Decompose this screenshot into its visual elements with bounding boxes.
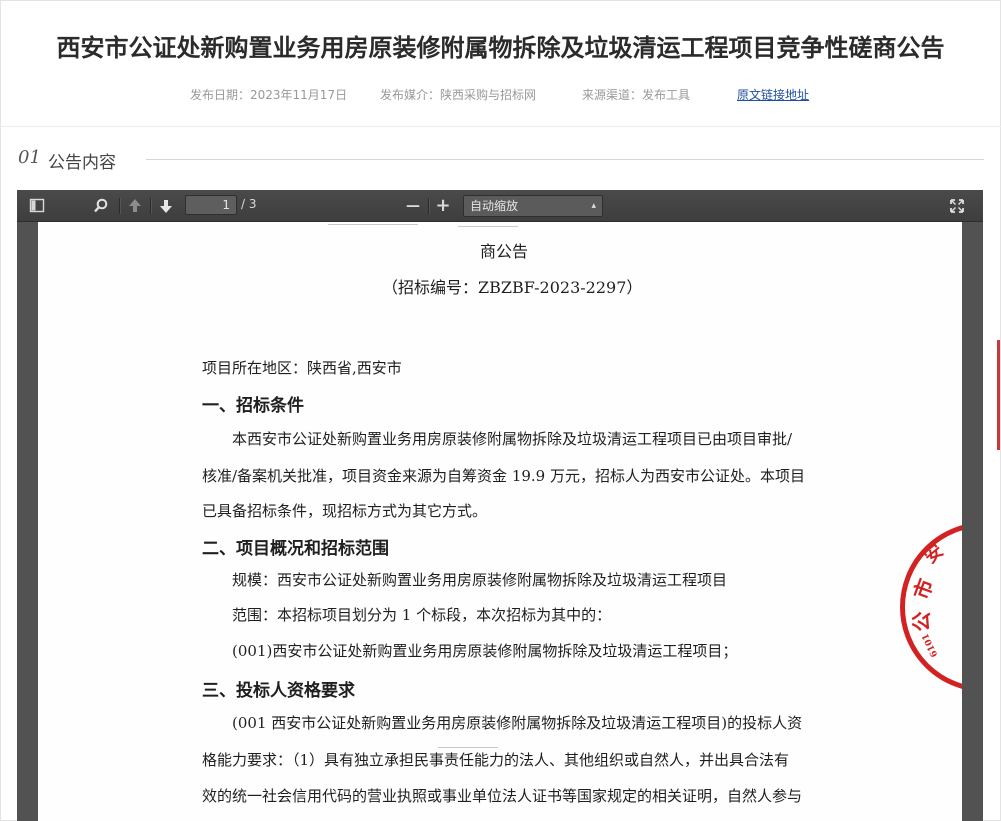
doc-s3-line-3: 效的统一社会信用代码的营业执照或事业单位法人证书等国家规定的相关证明，自然人参与 [202, 787, 803, 805]
doc-heading: 商公告 [480, 242, 529, 261]
doc-s3-line-1: (001 西安市公证处新购置业务用房原装修附属物拆除及垃圾清运工程项目)的投标人… [232, 714, 803, 732]
scan-artifact [458, 226, 518, 227]
page-count: / 3 [241, 197, 257, 211]
search-icon[interactable] [93, 196, 109, 216]
toolbar-separator [150, 198, 151, 214]
doc-bid-number: （招标编号：ZBZBF-2023-2297） [382, 278, 643, 297]
fullscreen-icon[interactable] [949, 196, 965, 216]
arrow-down-icon[interactable] [158, 196, 174, 216]
document-page: 商公告 （招标编号：ZBZBF-2023-2297） 项目所在地区：陕西省,西安… [38, 222, 962, 821]
toolbar-separator [428, 198, 429, 214]
publish-media: 发布媒介：陕西采购与招标网 [380, 88, 537, 102]
doc-s2-scale: 规模：西安市公证处新购置业务用房原装修附属物拆除及垃圾清运工程项目 [232, 571, 728, 589]
page-title: 西安市公证处新购置业务用房原装修附属物拆除及垃圾清运工程项目竞争性磋商公告 [56, 34, 945, 62]
source-channel: 来源渠道：发布工具 [582, 88, 691, 102]
scrollbar-accent [997, 340, 1000, 450]
doc-location: 项目所在地区：陕西省,西安市 [202, 359, 402, 377]
zoom-out-button[interactable]: — [405, 196, 421, 216]
doc-section-3-title: 三、投标人资格要求 [202, 681, 355, 701]
zoom-value: 自动缩放 [470, 199, 519, 213]
scan-artifact [438, 747, 498, 748]
meta-row: 发布日期：2023年11月17日 发布媒介：陕西采购与招标网 来源渠道：发布工具… [0, 86, 1001, 102]
pdf-viewer[interactable]: 1 / 3 — + 自动缩放 ▴ 商公告 （招标编号：ZBZBF-2023-22… [17, 190, 983, 821]
doc-s1-line-1: 本西安市公证处新购置业务用房原装修附属物拆除及垃圾清运工程项目已由项目审批/ [232, 430, 793, 448]
original-link[interactable]: 原文链接地址 [737, 86, 809, 103]
zoom-in-button[interactable]: + [435, 196, 451, 216]
arrow-up-icon[interactable] [127, 196, 143, 216]
pdf-toolbar: 1 / 3 — + 自动缩放 ▴ [17, 190, 983, 222]
doc-section-2-title: 二、项目概况和招标范围 [202, 539, 389, 559]
toolbar-separator [119, 198, 120, 214]
seal-char: 公 [909, 611, 934, 632]
section-divider [146, 159, 984, 160]
doc-s2-scope: 范围：本招标项目划分为 1 个标段，本次招标为其中的： [232, 606, 612, 624]
page-number-input[interactable]: 1 [185, 195, 237, 215]
doc-s2-item: (001)西安市公证处新购置业务用房原装修附属物拆除及垃圾清运工程项目； [232, 642, 738, 660]
zoom-select[interactable]: 自动缩放 ▴ [463, 195, 603, 217]
scan-artifact [328, 224, 418, 225]
header-divider [0, 126, 1001, 127]
doc-s1-line-3: 已具备招标条件，现招标方式为其它方式。 [202, 502, 488, 520]
sidebar-toggle-icon[interactable] [29, 196, 45, 216]
section-label: 公告内容 [48, 153, 116, 173]
doc-section-1-title: 一、招标条件 [202, 396, 304, 416]
publish-date: 发布日期：2023年11月17日 [190, 88, 348, 102]
select-caret-icon: ▴ [591, 201, 596, 211]
doc-s1-line-2: 核准/备案机关批准，项目资金来源为自筹资金 19.9 万元，招标人为西安市公证处… [202, 467, 805, 485]
doc-s3-line-2: 格能力要求：（1）具有独立承担民事责任能力的法人、其他组织或自然人，并出具合法有 [202, 751, 790, 769]
section-number: 01 [18, 147, 41, 168]
